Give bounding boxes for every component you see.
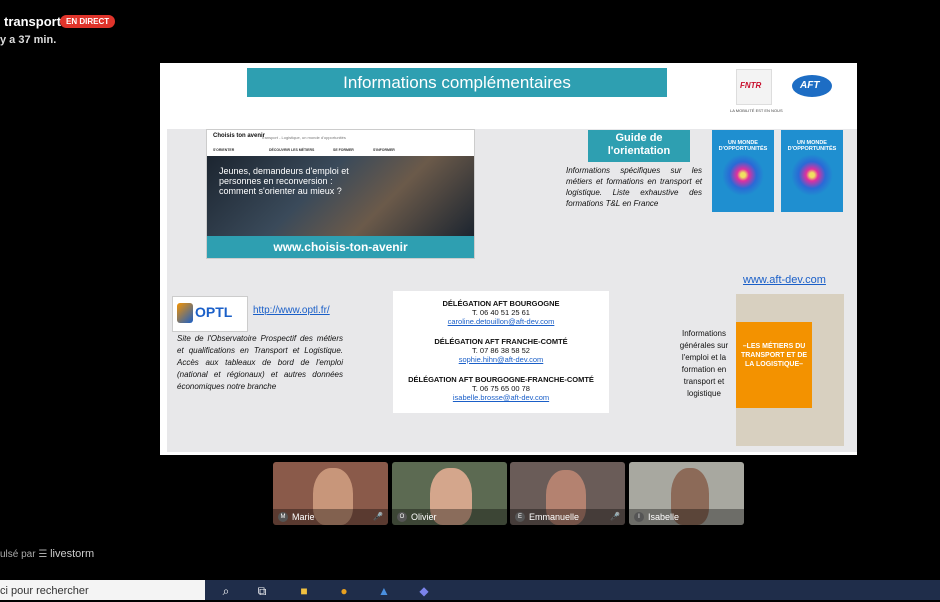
participant-tile[interactable]: M Marie 🎤 xyxy=(273,462,388,525)
teams-icon[interactable]: ◆ xyxy=(416,584,432,598)
participant-initial: E xyxy=(515,512,525,522)
participant-initial: O xyxy=(397,512,407,522)
delegation-email: sophie.hihn@aft-dev.com xyxy=(458,355,544,364)
participant-tile[interactable]: E Emmanuelle 🎤 xyxy=(510,462,625,525)
delegation-phone: T. 06 75 65 00 78 xyxy=(472,384,530,393)
powered-by: ulsé par ☰ livestorm xyxy=(0,548,94,560)
book-illustration xyxy=(722,154,764,196)
delegation-email: caroline.detouillon@aft-dev.com xyxy=(447,317,555,326)
chrome-icon[interactable]: ● xyxy=(336,584,352,598)
guide-description: Informations spécifiques sur les métiers… xyxy=(566,166,702,208)
website-logo: Choisis ton avenir xyxy=(213,133,266,139)
delegation-email: isabelle.brosse@aft-dev.com xyxy=(452,393,550,402)
participant-name: Isabelle xyxy=(648,512,680,522)
brochure-cover: –LES MÉTIERS DU TRANSPORT ET DE LA LOGIS… xyxy=(736,322,812,408)
task-view-icon[interactable]: ⧉ xyxy=(254,584,270,598)
guide-title-line: l'orientation xyxy=(607,145,671,157)
guide-book-cover: UN MONDE D'OPPORTUNITÉS xyxy=(781,130,843,212)
search-icon[interactable]: ⌕ xyxy=(218,584,234,598)
folder-icon[interactable]: ■ xyxy=(296,584,312,598)
participant-tile[interactable]: O Olivier xyxy=(392,462,507,525)
website-nav-item: S'INFORMER xyxy=(373,148,395,152)
fntr-tagline: LA MOBILITÉ EST EN NOUS xyxy=(730,108,783,113)
website-url: www.choisis-ton-avenir xyxy=(207,236,474,258)
guide-title: Guide de l'orientation xyxy=(588,130,690,162)
powered-by-label: ulsé par xyxy=(0,549,36,560)
brochure-title: –LES MÉTIERS DU TRANSPORT ET DE LA LOGIS… xyxy=(740,343,808,368)
mic-muted-icon: 🎤 xyxy=(610,512,620,521)
aftdev-link: www.aft-dev.com xyxy=(743,274,826,286)
live-badge: EN DIRECT xyxy=(60,15,116,28)
delegations-box: DÉLÉGATION AFT BOURGOGNE T. 06 40 51 25 … xyxy=(393,291,609,413)
shared-slide: Informations complémentaires FNTR LA MOB… xyxy=(160,63,857,455)
participant-tile[interactable]: I Isabelle xyxy=(629,462,744,525)
optl-logo: OPTL xyxy=(172,296,248,332)
participant-name: Olivier xyxy=(411,512,437,522)
participant-initial: I xyxy=(634,512,644,522)
guide-title-line: Guide de xyxy=(615,132,663,144)
website-nav-item: S'ORIENTER xyxy=(213,148,235,152)
delegation-phone: T. 06 40 51 25 61 xyxy=(472,308,530,317)
mic-muted-icon: 🎤 xyxy=(373,512,383,521)
brand-name[interactable]: livestorm xyxy=(50,548,94,560)
stream-title: transport xyxy=(4,14,62,29)
app-icon[interactable]: ▲ xyxy=(376,584,392,598)
website-screenshot: Choisis ton avenir Transport - Logistiqu… xyxy=(206,129,475,259)
website-hero-image: Jeunes, demandeurs d'emploi et personnes… xyxy=(207,156,474,236)
optl-mark-icon xyxy=(177,303,193,323)
aft-logo: AFT xyxy=(792,75,832,97)
metiers-brochure: –LES MÉTIERS DU TRANSPORT ET DE LA LOGIS… xyxy=(736,294,844,446)
book-title: UN MONDE D'OPPORTUNITÉS xyxy=(718,140,768,152)
participant-name: Emmanuelle xyxy=(529,512,580,522)
taskbar-search-input[interactable]: ci pour rechercher xyxy=(0,580,205,600)
stream-subtitle: y a 37 min. xyxy=(0,34,57,46)
general-info-text: Informations générales sur l'emploi et l… xyxy=(679,329,729,398)
book-illustration xyxy=(791,154,833,196)
guide-book-cover: UN MONDE D'OPPORTUNITÉS xyxy=(712,130,774,212)
website-tagline: Transport - Logistique, un monde d'oppor… xyxy=(261,135,346,140)
website-nav-item: DÉCOUVRIR LES MÉTIERS xyxy=(269,148,315,152)
website-hero-text: Jeunes, demandeurs d'emploi et personnes… xyxy=(219,166,349,196)
slide-header: Informations complémentaires xyxy=(247,68,667,97)
optl-link: http://www.optl.fr/ xyxy=(253,305,330,316)
website-nav-item: SE FORMER xyxy=(333,148,354,152)
participant-name: Marie xyxy=(292,512,315,522)
delegation-name: DÉLÉGATION AFT BOURGOGNE-FRANCHE-COMTÉ xyxy=(408,375,594,384)
book-title: UN MONDE D'OPPORTUNITÉS xyxy=(787,140,837,152)
optl-description: Site de l'Observatoire Prospectif des mé… xyxy=(177,334,343,391)
livestorm-icon: ☰ xyxy=(38,549,48,560)
participant-initial: M xyxy=(278,512,288,522)
fntr-logo: FNTR xyxy=(736,69,772,105)
delegation-name: DÉLÉGATION AFT BOURGOGNE xyxy=(442,299,560,308)
website-nav: S'ORIENTER DÉCOUVRIR LES MÉTIERS SE FORM… xyxy=(207,146,474,155)
delegation-phone: T. 07 86 38 58 52 xyxy=(472,346,530,355)
delegation-name: DÉLÉGATION AFT FRANCHE-COMTÉ xyxy=(434,337,568,346)
